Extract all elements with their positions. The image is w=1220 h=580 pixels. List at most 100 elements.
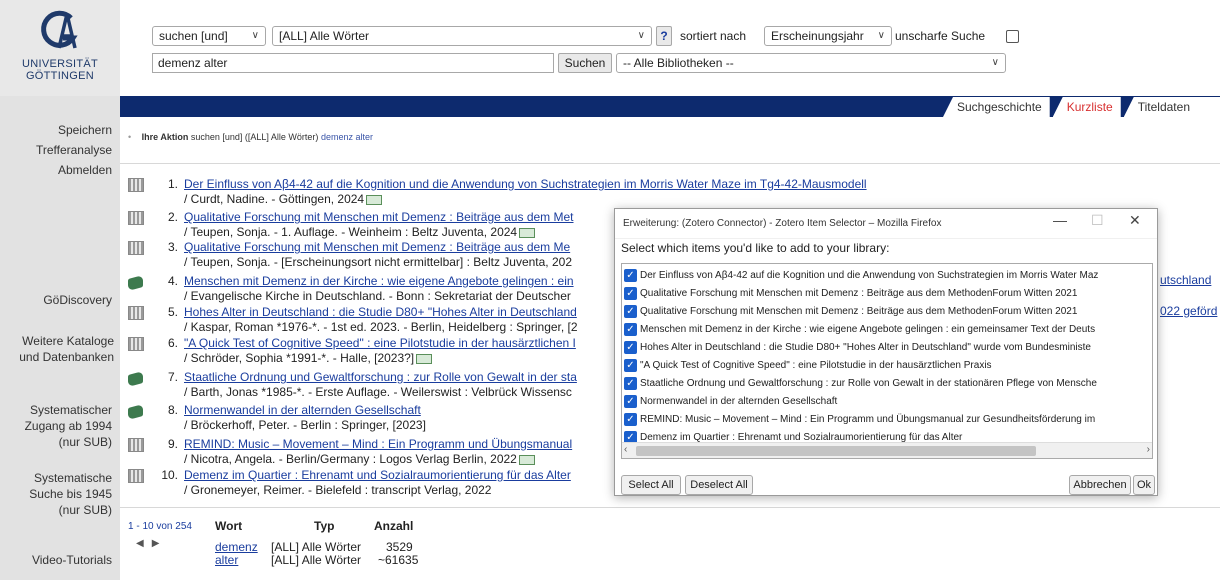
sidebar-item-systematische-suche[interactable]: Systematische Suche bis 1945 (nur SUB) xyxy=(29,470,112,518)
horizontal-scrollbar[interactable]: ‹ › xyxy=(622,442,1152,458)
list-item[interactable]: ✓ "A Quick Test of Cognitive Speed" : ein… xyxy=(624,358,1152,374)
term-link[interactable]: demenz xyxy=(215,540,258,554)
film-icon xyxy=(128,211,144,225)
tab-kurzliste[interactable]: Kurzliste xyxy=(1052,97,1121,117)
result-title-overflow[interactable]: 022 geförd xyxy=(1160,304,1217,318)
result-title-link[interactable]: Hohes Alter in Deutschland : die Studie … xyxy=(184,304,577,320)
result-meta: / Schröder, Sophia *1991-*. - Halle, [20… xyxy=(184,350,433,366)
list-item[interactable]: ✓ Staatliche Ordnung und Gewaltforschung … xyxy=(624,376,1152,392)
term-link[interactable]: alter xyxy=(215,553,238,567)
search-input[interactable]: demenz alter xyxy=(152,53,554,73)
film-icon xyxy=(128,178,144,192)
book-icon xyxy=(128,403,143,421)
select-all-button[interactable]: Select All xyxy=(621,475,681,495)
search-mode-select[interactable]: suchen [und] ∨ xyxy=(152,26,266,46)
result-title-link[interactable]: Der Einfluss von Aβ4-42 auf die Kognitio… xyxy=(184,176,867,192)
dialog-prompt: Select which items you'd like to add to … xyxy=(621,241,890,255)
list-item[interactable]: ✓ REMIND: Music – Movement – Mind : Ein P… xyxy=(624,412,1152,428)
result-title-link[interactable]: Normenwandel in der alternden Gesellscha… xyxy=(184,402,421,418)
chevron-down-icon: ∨ xyxy=(637,30,645,41)
film-icon xyxy=(128,337,144,351)
checkbox-checked-icon[interactable]: ✓ xyxy=(624,359,637,372)
film-icon xyxy=(128,306,144,320)
sidebar-item-systematischer-zugang[interactable]: Systematischer Zugang ab 1994 (nur SUB) xyxy=(25,402,112,450)
checkbox-checked-icon[interactable]: ✓ xyxy=(624,413,637,426)
checkbox-checked-icon[interactable]: ✓ xyxy=(624,341,637,354)
col-header-typ: Typ xyxy=(314,519,335,533)
dialog-titlebar[interactable]: Erweiterung: (Zotero Connector) - Zotero… xyxy=(615,209,1157,239)
result-title-link[interactable]: Qualitative Forschung mit Menschen mit D… xyxy=(184,239,570,255)
availability-icon[interactable] xyxy=(518,454,535,465)
book-icon xyxy=(128,370,143,388)
result-meta: / Gronemeyer, Reimer. - Bielefeld : tran… xyxy=(184,483,492,497)
scrollbar-thumb[interactable] xyxy=(636,446,1036,456)
term-count: ~61635 xyxy=(378,553,419,567)
next-arrow-icon[interactable]: ▶ xyxy=(152,538,168,549)
scroll-right-icon[interactable]: › xyxy=(1147,444,1150,455)
checkbox-checked-icon[interactable]: ✓ xyxy=(624,269,637,282)
list-item[interactable]: ✓ Menschen mit Demenz in der Kirche : wie… xyxy=(624,322,1152,338)
prev-arrow-icon[interactable]: ◀ xyxy=(136,538,152,549)
availability-icon[interactable] xyxy=(366,194,383,205)
sidebar-item-speichern[interactable]: Speichern xyxy=(58,122,112,138)
list-item[interactable]: ✓ Qualitative Forschung mit Menschen mit … xyxy=(624,286,1152,302)
sort-label: sortiert nach xyxy=(680,29,747,43)
university-logo[interactable]: UNIVERSITÄT GÖTTINGEN xyxy=(0,0,120,96)
zotero-item-selector-dialog: Erweiterung: (Zotero Connector) - Zotero… xyxy=(614,208,1158,496)
result-meta: / Curdt, Nadine. - Göttingen, 2024 xyxy=(184,191,383,207)
search-field-select[interactable]: [ALL] Alle Wörter ∨ xyxy=(272,26,652,46)
ok-button[interactable]: Ok xyxy=(1133,475,1155,495)
sidebar-item-godiscovery[interactable]: GöDiscovery xyxy=(43,292,112,308)
checkbox-checked-icon[interactable]: ✓ xyxy=(624,323,637,336)
availability-icon[interactable] xyxy=(519,227,536,238)
result-title-link[interactable]: "A Quick Test of Cognitive Speed" : eine… xyxy=(184,335,576,351)
result-meta: / Kaspar, Roman *1976-*. - 1st ed. 2023.… xyxy=(184,320,578,334)
fuzzy-search-checkbox[interactable] xyxy=(1006,30,1019,43)
library-select[interactable]: -- Alle Bibliotheken -- ∨ xyxy=(616,53,1006,73)
result-title-link[interactable]: Staatliche Ordnung und Gewaltforschung :… xyxy=(184,369,577,385)
search-bar: suchen [und] ∨ [ALL] Alle Wörter ∨ ? sorti… xyxy=(120,0,1220,96)
availability-icon[interactable] xyxy=(416,353,433,364)
sidebar-item-weitere-kataloge[interactable]: Weitere Kataloge und Datenbanken xyxy=(19,333,114,365)
maximize-icon[interactable]: ☐ xyxy=(1091,212,1104,229)
chevron-down-icon: ∨ xyxy=(251,30,259,41)
sidebar-item-trefferanalyse[interactable]: Trefferanalyse xyxy=(36,142,112,158)
result-title-link[interactable]: Menschen mit Demenz in der Kirche : wie … xyxy=(184,273,574,289)
scroll-left-icon[interactable]: ‹ xyxy=(624,444,627,455)
checkbox-checked-icon[interactable]: ✓ xyxy=(624,395,637,408)
search-button[interactable]: Suchen xyxy=(558,53,612,73)
cancel-button[interactable]: Abbrechen xyxy=(1069,475,1131,495)
action-query-link[interactable]: demenz alter xyxy=(321,132,373,142)
film-icon xyxy=(128,438,144,452)
sort-select[interactable]: Erscheinungsjahr ∨ xyxy=(764,26,892,46)
result-meta: / Teupen, Sonja. - 1. Auflage. - Weinhei… xyxy=(184,224,536,240)
checkbox-checked-icon[interactable]: ✓ xyxy=(624,287,637,300)
result-title-link[interactable]: Qualitative Forschung mit Menschen mit D… xyxy=(184,209,574,225)
item-listbox[interactable]: ✓ Der Einfluss von Aβ4-42 auf die Kogniti… xyxy=(621,263,1153,459)
list-item[interactable]: ✓ Der Einfluss von Aβ4-42 auf die Kogniti… xyxy=(624,268,1152,284)
checkbox-checked-icon[interactable]: ✓ xyxy=(624,305,637,318)
sidebar: Speichern Trefferanalyse Abmelden GöDisc… xyxy=(0,96,120,580)
sidebar-item-video-tutorials[interactable]: Video-Tutorials xyxy=(32,552,112,568)
col-header-wort: Wort xyxy=(215,519,243,533)
checkbox-checked-icon[interactable]: ✓ xyxy=(624,377,637,390)
book-icon xyxy=(128,274,143,292)
result-title-link[interactable]: Demenz im Quartier : Ehrenamt und Sozial… xyxy=(184,467,571,483)
result-meta: / Teupen, Sonja. - [Erscheinungsort nich… xyxy=(184,255,572,269)
tab-titeldaten[interactable]: Titeldaten xyxy=(1123,97,1220,117)
result-meta: / Nicotra, Angela. - Berlin/Germany : Lo… xyxy=(184,451,535,467)
list-item[interactable]: ✓ Qualitative Forschung mit Menschen mit … xyxy=(624,304,1152,320)
list-item[interactable]: ✓ Hohes Alter in Deutschland : die Studie… xyxy=(624,340,1152,356)
help-button[interactable]: ? xyxy=(656,26,672,46)
result-title-link[interactable]: REMIND: Music – Movement – Mind : Ein Pr… xyxy=(184,436,572,452)
dialog-title: Erweiterung: (Zotero Connector) - Zotero… xyxy=(623,218,942,229)
minimize-icon[interactable]: — xyxy=(1053,212,1067,228)
result-title-overflow[interactable]: utschland xyxy=(1160,273,1211,287)
close-icon[interactable]: ✕ xyxy=(1129,212,1141,229)
logo-text-line1: UNIVERSITÄT xyxy=(21,58,99,70)
deselect-all-button[interactable]: Deselect All xyxy=(685,475,753,495)
bullet-icon: • xyxy=(128,132,132,142)
sidebar-item-abmelden[interactable]: Abmelden xyxy=(58,162,112,178)
tab-suchgeschichte[interactable]: Suchgeschichte xyxy=(942,97,1050,117)
list-item[interactable]: ✓ Normenwandel in der alternden Gesellsch… xyxy=(624,394,1152,410)
